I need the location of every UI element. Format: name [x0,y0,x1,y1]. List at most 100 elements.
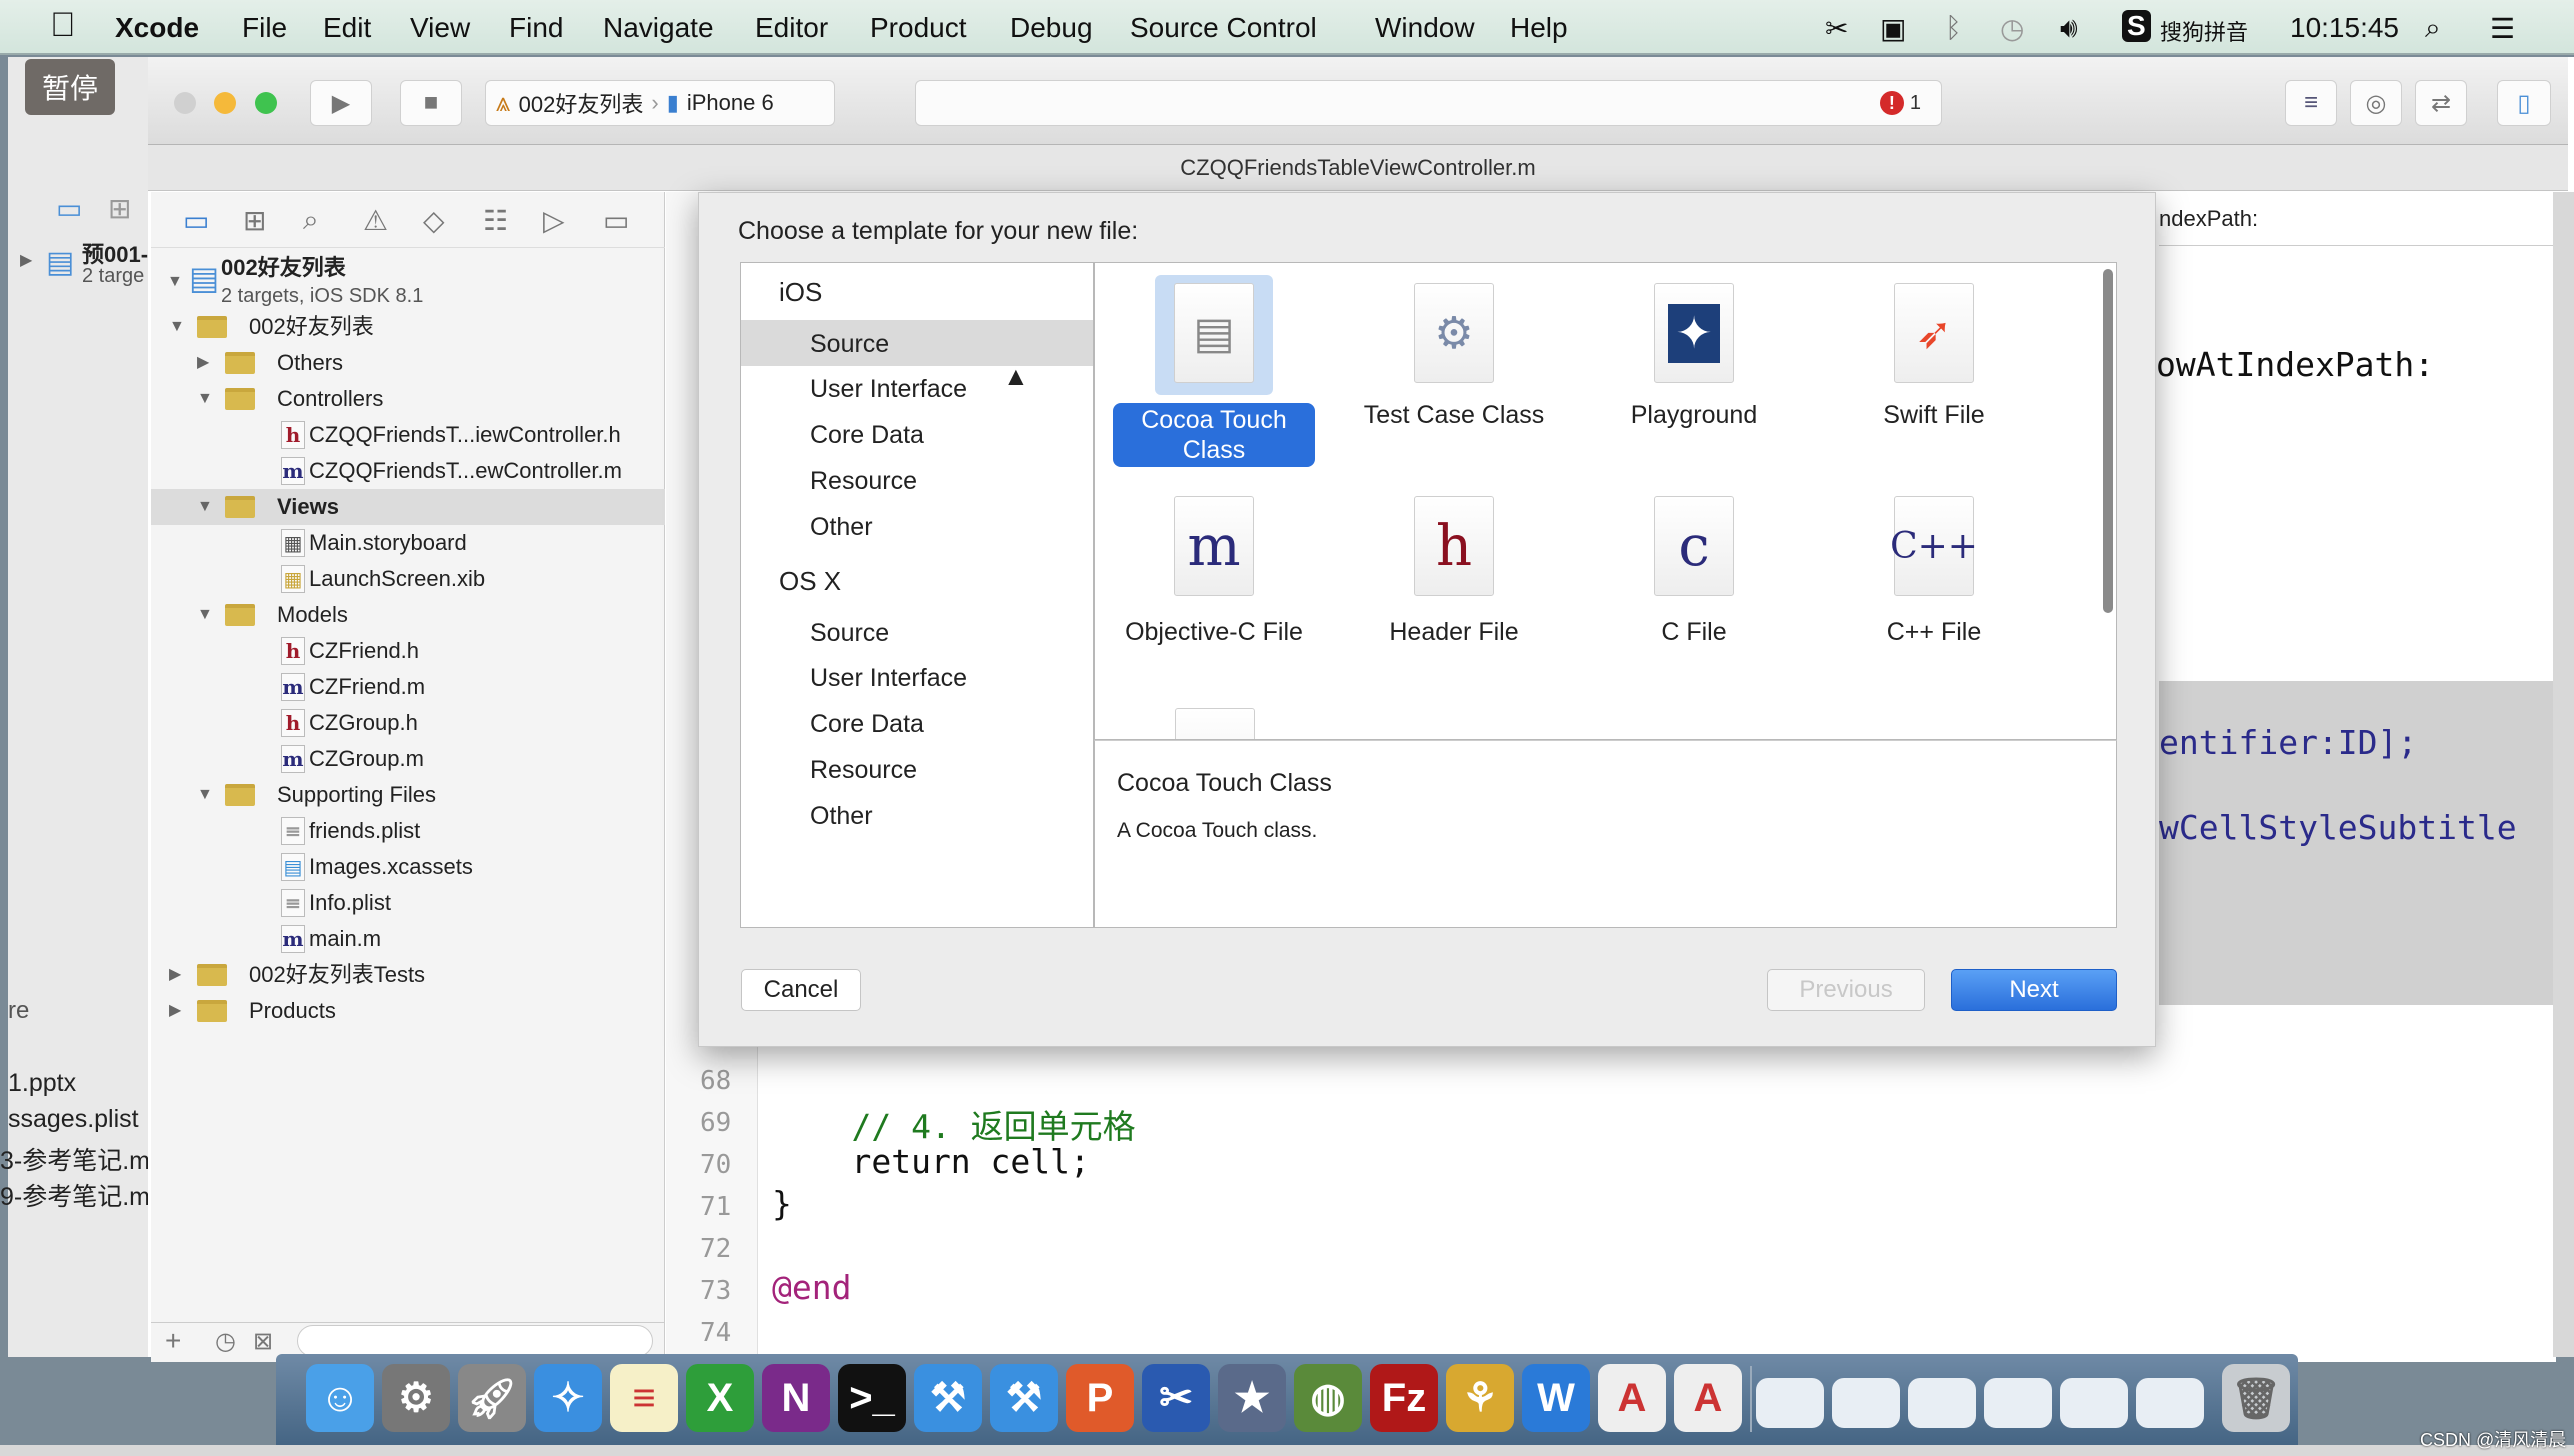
dock-document-icon[interactable]: A [1598,1364,1666,1432]
project-row[interactable]: ▼ ▤ 002好友列表 2 targets, iOS SDK 8.1 [151,252,665,312]
dock-minimized-window-icon[interactable] [1908,1378,1976,1428]
zoom-button[interactable] [255,92,277,114]
time-machine-icon[interactable]: ◷ [2000,12,2024,45]
dock-imovie-icon[interactable]: ★ [1218,1364,1286,1432]
tree-item[interactable]: ▼ Views [151,489,665,525]
menu-edit[interactable]: Edit [323,12,371,44]
camera-icon[interactable]: ▣ [1880,12,1906,45]
menu-app[interactable]: Xcode [115,12,199,44]
disclosure-open-icon[interactable]: ▼ [197,597,213,633]
error-count[interactable]: 1 [1910,92,1921,115]
dock-system-preferences-icon[interactable]: ⚙ [382,1364,450,1432]
input-method[interactable]: 搜狗拼音 [2160,15,2248,47]
dock-excel-icon[interactable]: X [686,1364,754,1432]
dock-finder-icon[interactable]: ☺ [306,1364,374,1432]
jump-bar[interactable]: ndexPath: [2159,192,2553,246]
breakpoint-icon[interactable]: ▷ [543,204,565,237]
tree-item[interactable]: ≡ Info.plist [151,885,665,921]
disclosure-closed-icon[interactable]: ▶ [197,345,209,381]
dock-document-icon[interactable]: A [1674,1364,1742,1432]
template-icon[interactable]: ➶ [1894,283,1974,383]
tree-item[interactable]: ▶ 002好友列表Tests [151,957,665,993]
dock-onenote-icon[interactable]: N [762,1364,830,1432]
disclosure-open-icon[interactable]: ▼ [197,489,213,525]
template-scrollbar[interactable] [2103,269,2113,613]
template-label[interactable]: C File [1574,618,1814,647]
next-button[interactable]: Next [1951,969,2117,1011]
symbol-tab-icon[interactable]: ⊞ [108,192,131,225]
assistant-editor-button[interactable]: ◎ [2350,80,2402,126]
cancel-button[interactable]: Cancel [741,969,861,1011]
sogou-icon[interactable]: S [2122,10,2151,42]
minimize-button[interactable] [214,92,236,114]
menu-help[interactable]: Help [1510,12,1568,44]
template-icon[interactable]: ⚙ [1414,283,1494,383]
header-fileicon[interactable]: h [1414,496,1494,596]
scissors-icon[interactable]: ✂ [1825,12,1848,45]
disclosure-closed-icon[interactable]: ▶ [169,993,181,1029]
dock-notes-icon[interactable]: ≡ [610,1364,678,1432]
scheme-selector[interactable]: ⩓ 002好友列表 › ▮ iPhone 6 [485,80,835,126]
trash-icon[interactable]: 🗑︎ [2222,1364,2290,1432]
template-label[interactable]: Header File [1334,618,1574,647]
symbol-navigator-icon[interactable]: ⊞ [243,204,266,237]
category-osx-other[interactable]: Other [810,802,873,831]
log-icon[interactable]: ▭ [603,204,629,237]
dock-safari-icon[interactable]: ✧ [534,1364,602,1432]
dock-minimized-window-icon[interactable] [2060,1378,2128,1428]
template-label[interactable]: Swift File [1814,401,2054,430]
menu-source-control[interactable]: Source Control [1130,12,1317,44]
tree-item[interactable]: m CZFriend.m [151,669,665,705]
bg-file[interactable]: 9-参考笔记.m [0,1177,150,1213]
tree-item[interactable]: h CZGroup.h [151,705,665,741]
bg-file[interactable]: ssages.plist [8,1105,139,1134]
category-ios-core-data[interactable]: Core Data [810,421,924,450]
menu-view[interactable]: View [410,12,470,44]
dock-launchpad-icon[interactable]: 🚀︎ [458,1364,526,1432]
tree-item[interactable]: ▦ LaunchScreen.xib [151,561,665,597]
dock-minimized-window-icon[interactable] [1832,1378,1900,1428]
bg-file[interactable]: 1.pptx [8,1069,76,1098]
bg-file[interactable]: 3-参考笔记.m [0,1141,150,1177]
pause-overlay-badge[interactable]: 暂停 [25,59,115,115]
tree-item[interactable]: ≡ friends.plist [151,813,665,849]
standard-editor-button[interactable]: ≡ [2285,80,2337,126]
error-icon[interactable]: ! [1879,91,1904,115]
category-ios-source[interactable]: Source [810,330,889,359]
close-button[interactable] [174,92,196,114]
dock-network-utility-icon[interactable]: ◍ [1294,1364,1362,1432]
dock-minimized-window-icon[interactable] [2136,1378,2204,1428]
dock-word-icon[interactable]: W [1522,1364,1590,1432]
debug-icon[interactable]: ☷ [483,204,508,237]
category-osx-source[interactable]: Source [810,619,889,648]
category-ios-user-interface[interactable]: User Interface [810,375,967,404]
recent-icon[interactable]: ◷ [215,1327,236,1356]
test-icon[interactable]: ◇ [423,204,445,237]
tree-item[interactable]: m main.m [151,921,665,957]
dock-xcode-icon[interactable]: ⚒ [914,1364,982,1432]
menu-debug[interactable]: Debug [1010,12,1093,44]
dock-filezilla-icon[interactable]: Fz [1370,1364,1438,1432]
category-osx-core-data[interactable]: Core Data [810,710,924,739]
dock-terminal-icon[interactable]: >_ [838,1364,906,1432]
dock-xcode-helper-icon[interactable]: ⚒ [990,1364,1058,1432]
menu-file[interactable]: File [242,12,287,44]
template-icon[interactable]: ▤ [1174,283,1254,383]
previous-button[interactable]: Previous [1767,969,1925,1011]
tree-item[interactable]: ▶ Others [151,345,665,381]
menu-product[interactable]: Product [870,12,967,44]
disclosure-open-icon[interactable]: ▼ [197,777,213,813]
toggle-navigator-button[interactable]: ▯ [2497,80,2551,126]
dock-powerpoint-icon[interactable]: P [1066,1364,1134,1432]
template-label[interactable]: Objective-C File [1095,618,1334,647]
folder-icon[interactable]: ▭ [183,204,209,237]
tree-item[interactable]: ▤ Images.xcassets [151,849,665,885]
notification-center-icon[interactable]: ☰ [2490,12,2515,45]
tree-item[interactable]: ▼ Controllers [151,381,665,417]
code-line[interactable]: // 4. 返回单元格 [772,1100,1135,1148]
tree-item[interactable]: ▼ Supporting Files [151,777,665,813]
filter-input[interactable] [297,1325,653,1357]
tree-item[interactable]: h CZFriend.h [151,633,665,669]
dock-minimized-window-icon[interactable] [1756,1378,1824,1428]
stop-button[interactable]: ■ [400,80,462,126]
